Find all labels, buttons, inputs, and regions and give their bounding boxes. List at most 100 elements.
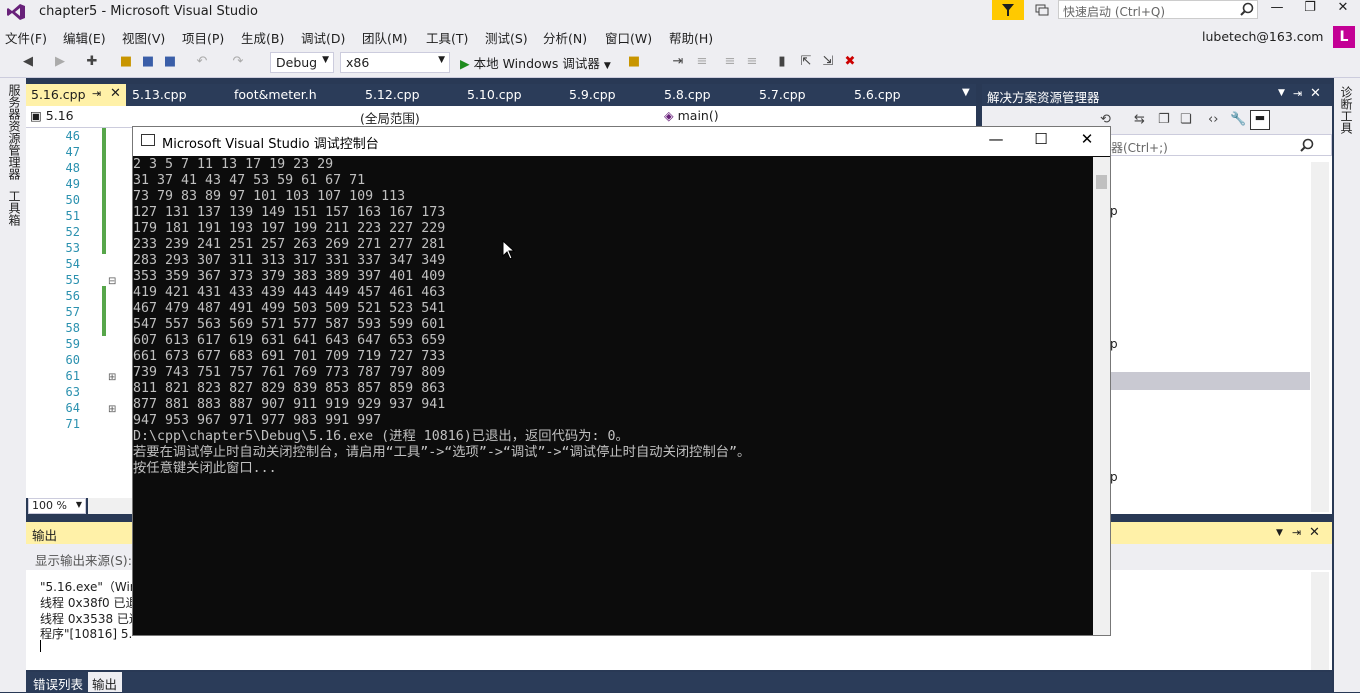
collapse-icon[interactable]: ⊟	[108, 276, 116, 287]
console-vertical-scrollbar[interactable]	[1093, 157, 1110, 635]
expand-icon[interactable]: ⊞	[108, 404, 116, 415]
line-number: 55	[65, 273, 80, 287]
tab-5-6-cpp[interactable]: 5.6.cpp	[854, 87, 901, 102]
next-bookmark-icon[interactable]: ⇲	[820, 54, 836, 70]
feedback-icon[interactable]	[1034, 2, 1050, 18]
console-line: 877 881 883 887 907 911 919 929 937 941	[133, 397, 446, 412]
line-number: 53	[65, 241, 80, 255]
menu-build[interactable]: 生成(B)	[241, 28, 284, 47]
prev-bookmark-icon[interactable]: ⇱	[798, 54, 814, 70]
server-explorer-tab[interactable]: 服务器资源管理器	[6, 84, 23, 180]
tab-error-list[interactable]: 错误列表	[33, 674, 83, 693]
zoom-select[interactable]: 100 % ▼	[28, 498, 86, 514]
tree-item-fragment[interactable]: p	[1110, 204, 1118, 218]
clear-bookmarks-icon[interactable]: ✖	[842, 54, 858, 70]
pin-icon[interactable]: ⇥	[1292, 526, 1301, 539]
redo-icon[interactable]: ↷	[230, 54, 246, 70]
line-number: 48	[65, 161, 80, 175]
tab-5-8-cpp[interactable]: 5.8.cpp	[664, 87, 711, 102]
avatar[interactable]: L	[1333, 26, 1355, 48]
menu-team[interactable]: 团队(M)	[362, 28, 408, 47]
start-debugging-button[interactable]: ▶ 本地 Windows 调试器 ▼	[460, 53, 611, 72]
menu-edit[interactable]: 编辑(E)	[63, 28, 106, 47]
properties-icon[interactable]: 🔧	[1230, 112, 1246, 127]
menu-tools[interactable]: 工具(T)	[426, 28, 468, 47]
bookmark-icon[interactable]: ▮	[774, 54, 790, 70]
show-all-files-icon[interactable]: ❏	[1180, 112, 1192, 127]
tab-5-7-cpp[interactable]: 5.7.cpp	[759, 87, 806, 102]
selected-tree-item[interactable]	[1110, 372, 1310, 390]
project-select[interactable]: ▣ 5.16	[30, 108, 340, 123]
new-project-icon[interactable]: ✚	[84, 54, 100, 70]
scope-select[interactable]: (全局范围)	[360, 108, 656, 127]
tab-5-12-cpp[interactable]: 5.12.cpp	[365, 87, 420, 102]
menu-help[interactable]: 帮助(H)	[669, 28, 713, 47]
close-button[interactable]: ✕	[1328, 0, 1358, 20]
account-name[interactable]: lubetech@163.com	[1202, 29, 1323, 44]
solution-explorer-title: 解决方案资源管理器	[987, 90, 1100, 105]
panel-options-icon[interactable]: ▼	[1278, 88, 1285, 98]
window-title: chapter5 - Microsoft Visual Studio	[39, 4, 258, 19]
menu-analyze[interactable]: 分析(N)	[543, 28, 587, 47]
scope-value: (全局范围)	[360, 111, 420, 126]
menu-file[interactable]: 文件(F)	[5, 28, 47, 47]
console-line: 947 953 967 971 977 983 991 997	[133, 413, 382, 428]
tab-foot-meter-h[interactable]: foot&meter.h	[234, 87, 317, 102]
open-file-icon[interactable]: ■	[118, 54, 134, 70]
member-select[interactable]: ◈ main()	[664, 108, 974, 123]
forward-icon[interactable]: ▶	[52, 54, 68, 70]
diagnostics-tab[interactable]: 诊断工具	[1338, 86, 1355, 134]
restore-button[interactable]: ❐	[1295, 0, 1325, 20]
tab-5-13-cpp[interactable]: 5.13.cpp	[132, 87, 187, 102]
toolbox-tab[interactable]: 工具箱	[6, 190, 23, 226]
tab-5-9-cpp[interactable]: 5.9.cpp	[569, 87, 616, 102]
solution-vertical-scrollbar[interactable]	[1311, 162, 1329, 512]
console-scroll-thumb[interactable]	[1096, 175, 1107, 189]
indent-icon[interactable]: ≡	[694, 54, 710, 70]
collapse-all-icon[interactable]: ❐	[1158, 112, 1170, 127]
console-line: D:\cpp\chapter5\Debug\5.16.exe (进程 10816…	[133, 429, 629, 444]
tab-5-10-cpp[interactable]: 5.10.cpp	[467, 87, 522, 102]
close-tab-icon[interactable]: ✕	[110, 86, 121, 101]
menu-debug[interactable]: 调试(D)	[301, 28, 345, 47]
notification-filter-button[interactable]	[992, 0, 1024, 20]
menu-window[interactable]: 窗口(W)	[605, 28, 652, 47]
undo-icon[interactable]: ↶	[194, 54, 210, 70]
console-maximize-button[interactable]: ☐	[1026, 130, 1056, 150]
solution-platform-select[interactable]: x86 ▼	[340, 52, 450, 73]
tab-overflow-icon[interactable]: ▼	[962, 87, 970, 98]
console-line: 73 79 83 89 97 101 103 107 109 113	[133, 189, 406, 204]
back-icon[interactable]: ◀	[20, 54, 36, 70]
search-icon[interactable]	[1240, 2, 1254, 19]
console-close-button[interactable]: ✕	[1072, 130, 1102, 150]
sync-icon[interactable]: ⇆	[1134, 112, 1145, 127]
view-code-icon[interactable]: ‹›	[1208, 112, 1218, 127]
output-vertical-scrollbar[interactable]	[1311, 572, 1329, 670]
solution-configuration-select[interactable]: Debug ▼	[270, 52, 334, 73]
history-icon[interactable]: ⟲	[1100, 112, 1111, 127]
tab-output[interactable]: 输出	[88, 672, 122, 692]
search-icon[interactable]	[1300, 138, 1314, 155]
uncomment-icon[interactable]: ≡	[744, 54, 760, 70]
menu-test[interactable]: 测试(S)	[485, 28, 528, 47]
save-icon[interactable]: ■	[140, 54, 156, 70]
close-panel-icon[interactable]: ✕	[1310, 86, 1321, 101]
tree-item-fragment[interactable]: p	[1110, 337, 1118, 351]
expand-icon[interactable]: ⊞	[108, 372, 116, 383]
comment-icon[interactable]: ≡	[722, 54, 738, 70]
pin-icon[interactable]: ⇥	[92, 87, 101, 100]
console-minimize-button[interactable]: —	[981, 130, 1011, 150]
console-line: 233 239 241 251 257 263 269 271 277 281	[133, 237, 446, 252]
browse-icon[interactable]: ■	[626, 54, 642, 70]
pin-icon[interactable]: ⇥	[1293, 87, 1302, 100]
preview-icon[interactable]: ▬	[1250, 110, 1270, 130]
panel-options-icon[interactable]: ▼	[1276, 528, 1283, 538]
quick-launch-input[interactable]: 快速启动 (Ctrl+Q)	[1058, 0, 1258, 19]
close-panel-icon[interactable]: ✕	[1309, 525, 1320, 540]
step-icon[interactable]: ⇥	[670, 54, 686, 70]
save-all-icon[interactable]: ■	[162, 54, 178, 70]
minimize-button[interactable]: —	[1262, 0, 1292, 20]
menu-project[interactable]: 项目(P)	[182, 28, 224, 47]
tree-item-fragment[interactable]: p	[1110, 470, 1118, 484]
menu-view[interactable]: 视图(V)	[122, 28, 165, 47]
